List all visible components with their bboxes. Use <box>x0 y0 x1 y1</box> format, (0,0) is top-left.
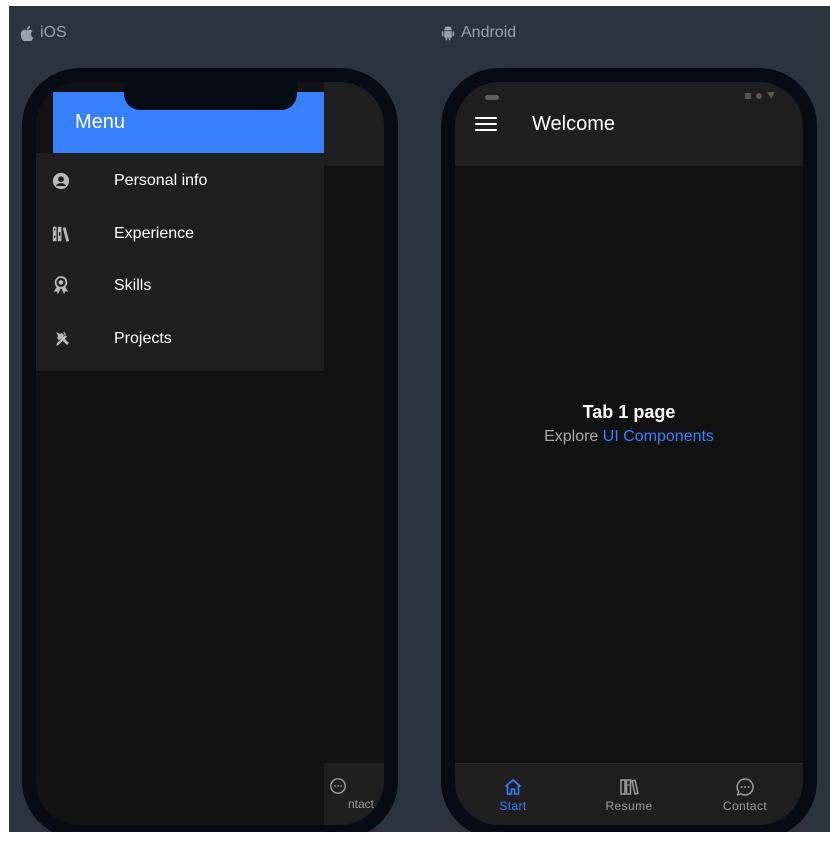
ios-screen: ntact Menu Personal info Experience Skil… <box>36 82 384 825</box>
wifi-icon <box>756 92 762 99</box>
android-toolbar: Welcome <box>455 82 803 166</box>
library-icon <box>620 778 639 795</box>
apple-icon <box>20 25 34 41</box>
menu-item-label: Skills <box>114 277 152 295</box>
status-bar-icons <box>745 92 775 99</box>
chat-bubble-icon <box>330 778 346 794</box>
tab-start-label: Start <box>499 798 527 813</box>
person-circle-icon <box>50 170 72 192</box>
menu-item-skills[interactable]: Skills <box>36 260 324 313</box>
ui-components-link[interactable]: UI Components <box>603 428 714 445</box>
ios-device-frame: ntact Menu Personal info Experience Skil… <box>22 68 398 832</box>
android-device-frame: Welcome Tab 1 page Explore UI Components… <box>441 68 817 832</box>
android-label-text: Android <box>461 24 517 41</box>
tab-start[interactable]: Start <box>455 764 571 825</box>
tab-resume[interactable]: Resume <box>571 764 687 825</box>
android-screen: Welcome Tab 1 page Explore UI Components… <box>455 82 803 825</box>
explore-label: Explore <box>544 428 599 445</box>
hamburger-menu-button[interactable] <box>475 113 497 135</box>
tab-resume-label: Resume <box>605 798 653 813</box>
tab-contact-label: Contact <box>722 798 768 813</box>
ios-tab-contact-label: ntact <box>347 797 374 811</box>
menu-item-projects[interactable]: Projects <box>36 313 324 366</box>
menu-item-label: Projects <box>114 329 172 347</box>
menu-list: Personal info Experience Skills Projects <box>36 153 324 371</box>
page-title: Welcome <box>532 112 615 135</box>
android-content: Tab 1 page Explore UI Components <box>455 166 803 763</box>
explore-text: Explore UI Components <box>455 428 803 446</box>
home-icon <box>504 778 522 795</box>
ios-tab-contact-partial[interactable]: ntact <box>322 763 384 825</box>
tab-contact[interactable]: Contact <box>687 764 803 825</box>
status-bar-pill <box>485 95 499 100</box>
ios-label-text: iOS <box>40 24 67 41</box>
menu-item-personal-info[interactable]: Personal info <box>36 155 324 208</box>
construct-icon <box>50 328 72 350</box>
ios-notch <box>124 82 297 110</box>
tab-page-placeholder: Tab 1 page Explore UI Components <box>455 402 803 446</box>
battery-icon <box>767 92 775 99</box>
menu-item-experience[interactable]: Experience <box>36 208 324 261</box>
android-platform-label: Android <box>441 24 516 42</box>
menu-item-label: Personal info <box>114 172 208 190</box>
library-icon <box>50 223 72 245</box>
tab-page-heading: Tab 1 page <box>582 402 676 422</box>
ribbon-icon <box>50 275 72 297</box>
preview-canvas: iOS Android ntact Menu Personal info Exp… <box>9 6 830 832</box>
ios-platform-label: iOS <box>20 24 67 42</box>
signal-icon <box>745 92 751 99</box>
chat-bubble-icon <box>736 777 754 796</box>
android-icon <box>441 25 455 41</box>
side-menu: Menu Personal info Experience Skills Pro… <box>36 82 324 825</box>
menu-title: Menu <box>75 111 126 133</box>
android-tabbar: Start Resume Contact <box>455 763 803 825</box>
menu-item-label: Experience <box>114 224 195 242</box>
